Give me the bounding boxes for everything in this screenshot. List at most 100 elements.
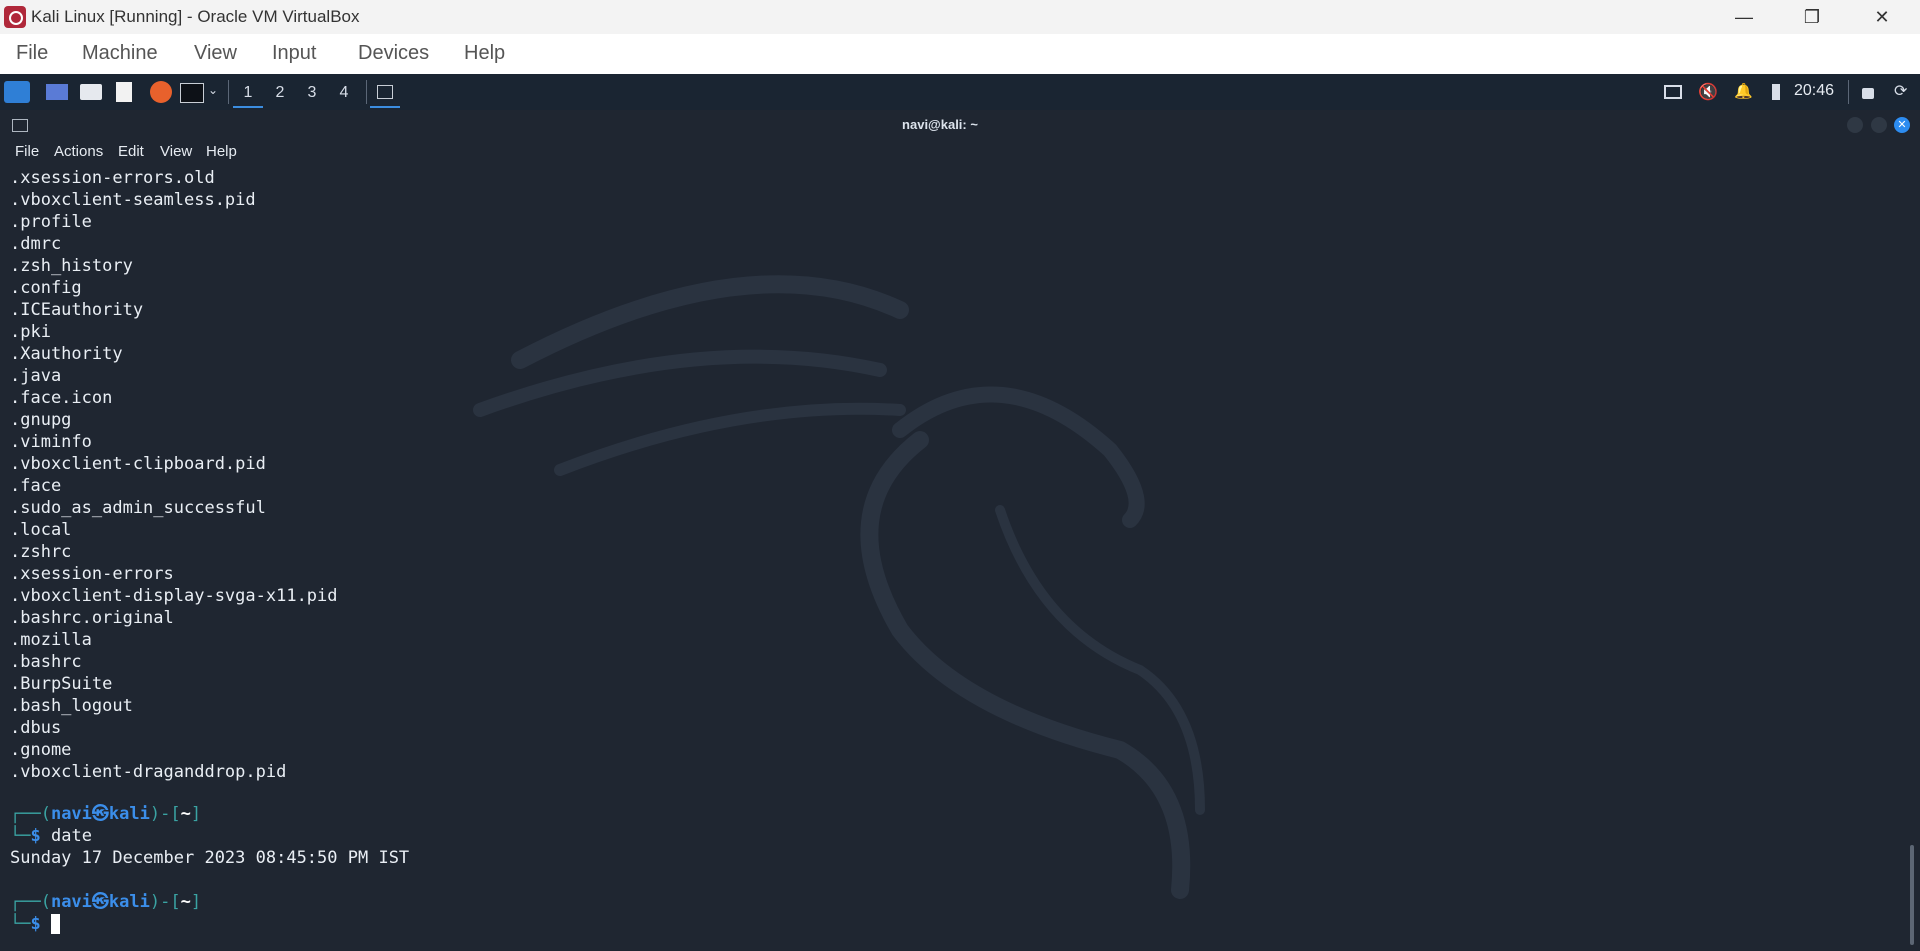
file-entry: .viminfo [10,432,92,452]
prompt-corner: └─ [10,914,31,934]
file-entry: .bashrc [10,652,82,672]
terminal-task-button[interactable] [370,80,400,108]
file-entry: .mozilla [10,630,92,650]
display-icon[interactable] [1664,85,1682,99]
file-entry: .zsh_history [10,256,133,276]
terminal-menu-edit[interactable]: Edit [118,143,144,160]
prompt-host: kali [108,892,150,912]
file-entry: .dmrc [10,234,62,254]
file-entry: .xsession-errors [10,564,174,584]
desktop-icon[interactable] [46,84,68,100]
workspace-2[interactable]: 2 [265,80,295,106]
workspace-4[interactable]: 4 [329,80,359,106]
prompt-corner: └─ [10,826,31,846]
file-entry: .dbus [10,718,62,738]
file-entry: .config [10,278,82,298]
terminal-menu-bar: File Actions Edit View Help [0,140,1920,164]
file-entry: .vboxclient-display-svga-x11.pid [10,586,338,606]
vbox-menu-help[interactable]: Help [464,42,505,65]
prompt-at: ㉿ [91,804,109,824]
file-entry: .local [10,520,72,540]
firefox-icon[interactable] [150,81,172,103]
file-entry: .sudo_as_admin_successful [10,498,266,518]
file-entry: .bash_logout [10,696,133,716]
panel-separator [366,80,367,104]
command-line: └─$ date [10,825,92,847]
panel-separator [228,80,229,104]
prompt-bracket: ┌──( [10,804,51,824]
chevron-down-icon[interactable]: ⌄ [208,83,220,105]
terminal-menu-file[interactable]: File [15,143,39,160]
file-entry: .profile [10,212,92,232]
minimize-button[interactable]: — [1718,2,1770,32]
restore-button[interactable]: ❐ [1786,2,1838,32]
vbox-menu-devices[interactable]: Devices [358,42,429,65]
prompt-user: navi [50,804,92,824]
input-line[interactable]: └─$ [10,913,60,935]
prompt-host: kali [108,804,150,824]
prompt-dir: ~ [180,892,191,912]
kali-menu-icon[interactable] [4,81,30,103]
prompt-bracket: )-[ [149,804,181,824]
file-entry: .gnome [10,740,72,760]
file-entry: .face.icon [10,388,113,408]
muted-speaker-icon[interactable]: 🔇 [1698,82,1718,104]
file-entry: .ICEauthority [10,300,144,320]
panel-clock[interactable]: 20:46 [1794,82,1834,100]
prompt-user: navi [50,892,92,912]
close-button[interactable]: ✕ [1856,2,1908,32]
file-entry: .pki [10,322,51,342]
prompt-dollar: $ [30,914,41,934]
terminal-title-bar: navi@kali: ~ [0,110,1920,140]
terminal-icon[interactable] [180,83,204,103]
vbox-menu-view[interactable]: View [194,42,237,65]
file-entry: .vboxclient-draganddrop.pid [10,762,287,782]
window-title: Kali Linux [Running] - Oracle VM Virtual… [31,7,360,26]
terminal-menu-view[interactable]: View [160,143,192,160]
prompt-bracket: )-[ [149,892,181,912]
terminal-menu-actions[interactable]: Actions [54,143,103,160]
terminal-title: navi@kali: ~ [902,117,978,132]
vbox-menu-file[interactable]: File [16,42,48,65]
file-entry: .java [10,366,62,386]
vbox-menu-input[interactable]: Input [272,42,316,65]
prompt-bracket: ] [190,804,202,824]
text-editor-icon[interactable] [116,82,132,102]
terminal-minimize-button[interactable] [1847,117,1863,133]
file-entry: .vboxclient-seamless.pid [10,190,256,210]
prompt-line: ┌──(navi㉿kali)-[~] [10,803,201,825]
terminal-maximize-button[interactable] [1871,117,1887,133]
file-entry: .vboxclient-clipboard.pid [10,454,266,474]
virtualbox-logo-icon [4,6,26,28]
lock-icon[interactable] [1862,88,1874,99]
window-title-bar: Kali Linux [Running] - Oracle VM Virtual… [0,0,1920,34]
prompt-bracket: ] [190,892,202,912]
file-entry: .gnupg [10,410,72,430]
text-cursor [50,914,60,934]
terminal-scrollbar[interactable] [1910,845,1914,945]
terminal-output[interactable]: .xsession-errors.old .vboxclient-seamless… [10,167,1890,947]
file-entry: .face [10,476,62,496]
terminal-close-button[interactable]: ✕ [1894,117,1910,133]
file-manager-icon[interactable] [80,84,102,100]
command-text: date [50,826,92,846]
workspace-1[interactable]: 1 [233,80,263,108]
panel-separator [1848,80,1849,104]
notification-bell-icon[interactable]: 🔔 [1734,82,1753,104]
prompt-dir: ~ [180,804,191,824]
prompt-bracket: ┌──( [10,892,51,912]
prompt-dollar: $ [30,826,41,846]
file-entry: .xsession-errors.old [10,168,215,188]
prompt-at: ㉿ [91,892,109,912]
battery-icon[interactable] [1772,84,1780,100]
workspace-3[interactable]: 3 [297,80,327,106]
command-output: Sunday 17 December 2023 08:45:50 PM IST [10,848,410,868]
power-icon[interactable]: ⟳ [1894,81,1910,103]
kali-top-panel: ⌄ 1 2 3 4 🔇 🔔 20:46 ⟳ [0,74,1920,111]
vbox-menu-bar: File Machine View Input Devices Help [0,34,1920,74]
vbox-menu-machine[interactable]: Machine [82,42,158,65]
file-entry: .Xauthority [10,344,123,364]
terminal-menu-help[interactable]: Help [206,143,237,160]
prompt-line: ┌──(navi㉿kali)-[~] [10,891,201,913]
file-entry: .bashrc.original [10,608,174,628]
